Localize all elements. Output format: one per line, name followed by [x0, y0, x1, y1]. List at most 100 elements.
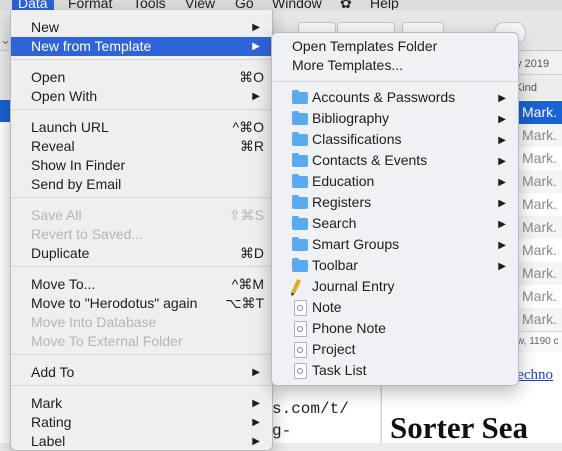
menubar-go[interactable]: Go — [235, 0, 254, 10]
submenu-arrow-icon: ▶ — [252, 41, 260, 52]
menu-separator — [11, 109, 272, 110]
template-item-smart-groups[interactable]: Smart Groups ▶ — [272, 234, 518, 255]
template-item-bibliography[interactable]: Bibliography ▶ — [272, 108, 518, 129]
menu-item-label: Open With — [31, 88, 98, 104]
menu-item-label: Open — [31, 69, 66, 85]
menu-item-label: More Templates... — [292, 57, 404, 73]
menu-item-show-in-finder[interactable]: Show In Finder — [11, 156, 272, 175]
submenu-arrow-icon: ▶ — [498, 198, 506, 209]
pencil-icon — [291, 278, 301, 295]
kind-cell[interactable]: Mark. — [514, 170, 562, 193]
template-item-task-list[interactable]: Task List — [272, 360, 518, 381]
submenu-arrow-icon: ▶ — [252, 398, 260, 409]
kind-cell[interactable]: Mark. — [514, 262, 562, 285]
menu-item-new-from-template[interactable]: New from Template ▶ — [11, 37, 272, 56]
menu-item-label[interactable]: Label ▶ — [11, 432, 272, 451]
template-item-project[interactable]: Project — [272, 339, 518, 360]
template-item-note[interactable]: Note — [272, 297, 518, 318]
menu-item-move-to-again[interactable]: Move to "Herodotus" again ⌥⌘T — [11, 294, 272, 313]
menu-item-add-to[interactable]: Add To ▶ — [11, 363, 272, 382]
submenu-arrow-icon: ▶ — [252, 417, 260, 428]
menubar-help[interactable]: Help — [370, 0, 399, 10]
folder-icon — [292, 90, 308, 104]
menubar-data[interactable]: Data — [12, 0, 54, 10]
menu-item-move-to[interactable]: Move To... ^⌘M — [11, 275, 272, 294]
menubar-window[interactable]: Window — [272, 0, 322, 10]
menu-item-label: Project — [312, 341, 356, 357]
menu-item-label: Show In Finder — [31, 157, 126, 173]
document-icon — [294, 321, 307, 337]
menu-item-label: Duplicate — [31, 245, 90, 261]
menu-item-open[interactable]: Open ⌘O — [11, 68, 272, 87]
menu-item-move-into-database: Move Into Database — [11, 313, 272, 332]
shortcut-label: ^⌘M — [231, 276, 264, 292]
open-templates-folder-item[interactable]: Open Templates Folder — [272, 36, 518, 57]
script-icon[interactable]: ✿ — [340, 0, 352, 10]
more-templates-item[interactable]: More Templates... — [272, 55, 518, 76]
menu-item-duplicate[interactable]: Duplicate ⌘D — [11, 244, 272, 263]
menu-item-label: Add To — [31, 364, 75, 380]
menu-separator — [11, 266, 272, 267]
folder-icon — [292, 132, 308, 146]
document-icon — [294, 300, 307, 316]
kind-cell[interactable]: Mark. — [514, 124, 562, 147]
folder-icon — [292, 237, 308, 251]
menu-item-rating[interactable]: Rating ▶ — [11, 413, 272, 432]
status-text: w, 1190 c — [517, 336, 559, 347]
menu-item-mark[interactable]: Mark ▶ — [11, 394, 272, 413]
source-text: s.com/t/ — [272, 400, 349, 418]
kind-cell[interactable]: Mark. — [514, 193, 562, 216]
new-from-template-submenu: Open Templates Folder More Templates... Ac… — [271, 32, 519, 386]
template-item-phone-note[interactable]: Phone Note — [272, 318, 518, 339]
submenu-arrow-icon: ▶ — [252, 22, 260, 33]
menu-item-label: Reveal — [31, 138, 75, 154]
template-item-registers[interactable]: Registers ▶ — [272, 192, 518, 213]
template-item-contacts-events[interactable]: Contacts & Events ▶ — [272, 150, 518, 171]
menu-item-label: Contacts & Events — [312, 152, 428, 168]
submenu-arrow-icon: ▶ — [498, 114, 506, 125]
menu-item-label: Send by Email — [31, 176, 122, 192]
menubar-format[interactable]: Format — [68, 0, 112, 10]
menu-item-launch-url[interactable]: Launch URL ^⌘O — [11, 118, 272, 137]
menu-item-label: Registers — [312, 194, 372, 210]
menu-item-label: Move To External Folder — [31, 333, 183, 349]
shortcut-label: ^⌘O — [232, 119, 264, 135]
menu-item-label: Move To... — [31, 276, 96, 292]
menu-item-label: Revert to Saved... — [31, 226, 144, 242]
kind-cell[interactable]: Mark. — [514, 285, 562, 308]
kind-cell[interactable]: Mark. — [514, 239, 562, 262]
template-item-accounts-passwords[interactable]: Accounts & Passwords ▶ — [272, 87, 518, 108]
menu-item-label: Move Into Database — [31, 314, 157, 330]
menu-item-new[interactable]: New ▶ — [11, 18, 272, 37]
submenu-arrow-icon: ▶ — [498, 177, 506, 188]
menu-item-label: Bibliography — [312, 110, 390, 126]
template-item-journal-entry[interactable]: Journal Entry — [272, 276, 518, 297]
kind-cell[interactable]: Mark. — [514, 308, 562, 331]
menu-item-label: Phone Note — [312, 320, 386, 336]
menubar-view[interactable]: View — [185, 0, 215, 10]
kind-cell[interactable]: Mark. — [514, 147, 562, 170]
menu-item-label: New from Template — [31, 38, 152, 54]
left-pane-selection — [0, 100, 10, 122]
submenu-arrow-icon: ▶ — [252, 91, 260, 102]
shortcut-label: ⌥⌘T — [225, 295, 264, 311]
menu-bar: Data Format Tools View Go Window ✿ Help — [0, 0, 562, 10]
menu-item-open-with[interactable]: Open With ▶ — [11, 87, 272, 106]
kind-cell[interactable]: Mark. — [514, 101, 562, 124]
template-item-toolbar[interactable]: Toolbar ▶ — [272, 255, 518, 276]
shortcut-label: ⌘R — [239, 138, 264, 154]
template-item-classifications[interactable]: Classifications ▶ — [272, 129, 518, 150]
content-heading: Sorter Sea — [390, 410, 529, 445]
menu-item-label: Education — [312, 173, 375, 189]
menu-item-label: Toolbar — [312, 257, 358, 273]
menu-item-label: Move to "Herodotus" again — [31, 295, 198, 311]
menu-separator — [11, 59, 272, 60]
menu-item-send-by-email[interactable]: Send by Email — [11, 175, 272, 194]
menubar-tools[interactable]: Tools — [133, 0, 166, 10]
menu-item-reveal[interactable]: Reveal ⌘R — [11, 137, 272, 156]
menu-item-label: Label — [31, 433, 66, 449]
kind-cell[interactable]: Mark. — [514, 216, 562, 239]
template-item-search[interactable]: Search ▶ — [272, 213, 518, 234]
template-item-education[interactable]: Education ▶ — [272, 171, 518, 192]
menu-item-label: Save All — [31, 207, 82, 223]
